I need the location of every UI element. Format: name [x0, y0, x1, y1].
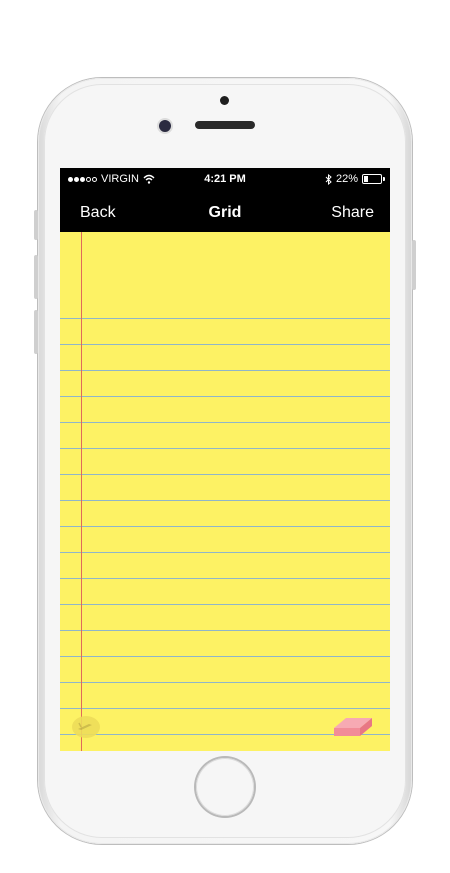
battery-tip [383, 177, 385, 181]
share-button[interactable]: Share [331, 204, 374, 222]
status-right: 22% [325, 173, 385, 185]
notepad-canvas[interactable] [60, 232, 390, 751]
battery-level [364, 176, 368, 182]
battery-icon [362, 174, 385, 184]
home-button[interactable] [196, 758, 254, 816]
volume-down-button [34, 310, 38, 354]
pen-icon [78, 722, 92, 730]
eraser-icon[interactable] [330, 712, 378, 740]
earpiece-speaker [195, 121, 255, 129]
notepad-header-area [60, 232, 390, 293]
status-bar: VIRGIN 4:21 PM 22% [60, 168, 390, 190]
mute-switch [34, 210, 38, 240]
bluetooth-icon [325, 173, 332, 185]
proximity-sensor [220, 96, 229, 105]
margin-line [81, 232, 82, 751]
front-camera [159, 120, 171, 132]
navigation-bar: Back Grid Share [60, 190, 390, 232]
volume-up-button [34, 255, 38, 299]
screen: VIRGIN 4:21 PM 22% Back Grid Share [60, 168, 390, 751]
power-button [412, 240, 416, 290]
pen-button[interactable] [72, 716, 100, 738]
battery-percent: 22% [335, 173, 358, 185]
